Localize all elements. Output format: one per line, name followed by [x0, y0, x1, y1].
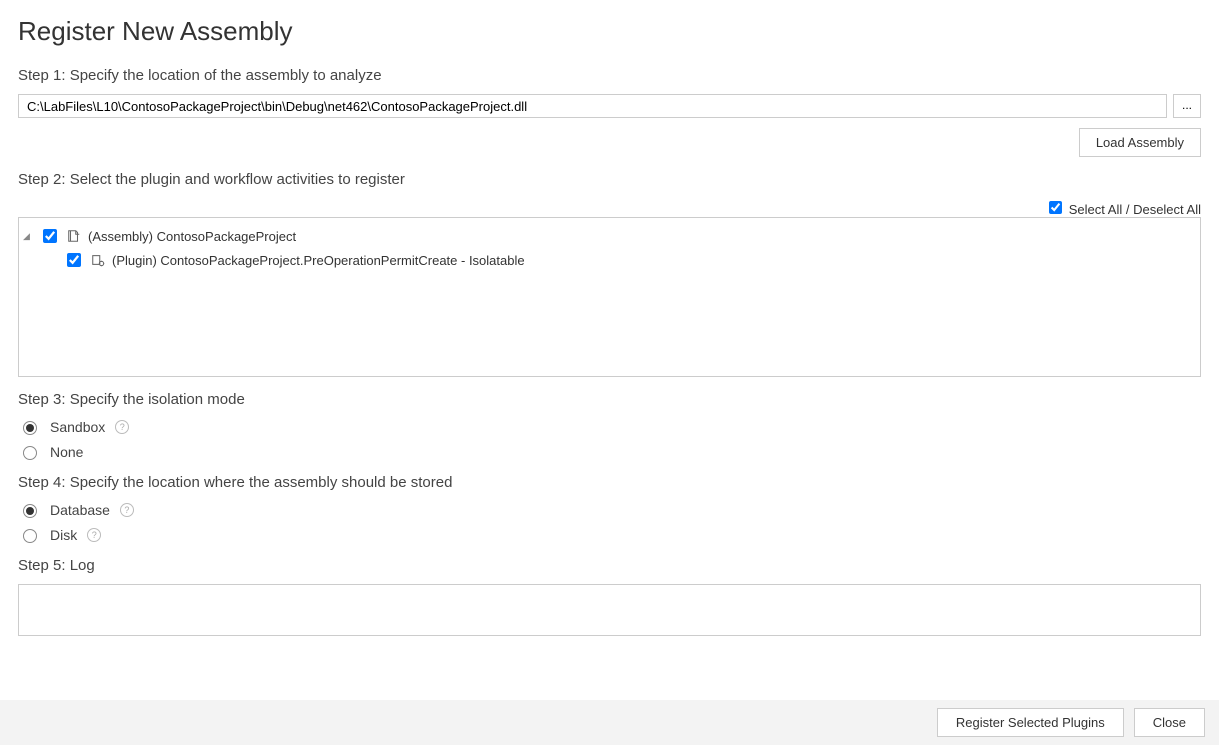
help-icon[interactable]: ? [120, 503, 134, 517]
sandbox-radio[interactable] [23, 421, 37, 435]
step1-label: Step 1: Specify the location of the asse… [18, 67, 1201, 84]
step4-label: Step 4: Specify the location where the a… [18, 474, 1201, 491]
register-selected-plugins-button[interactable]: Register Selected Plugins [937, 708, 1124, 737]
assembly-label: (Assembly) ContosoPackageProject [88, 229, 296, 244]
help-icon[interactable]: ? [87, 528, 101, 542]
load-assembly-button[interactable]: Load Assembly [1079, 128, 1201, 157]
database-radio[interactable] [23, 504, 37, 518]
help-icon[interactable]: ? [115, 420, 129, 434]
close-button[interactable]: Close [1134, 708, 1205, 737]
none-label: None [50, 444, 83, 460]
select-all-label: Select All / Deselect All [1069, 202, 1201, 217]
step3-label: Step 3: Specify the isolation mode [18, 391, 1201, 408]
tree-assembly-row[interactable]: ◢ (Assembly) ContosoPackageProject [23, 224, 1196, 248]
none-radio[interactable] [23, 446, 37, 460]
plugin-label: (Plugin) ContosoPackageProject.PreOperat… [112, 253, 525, 268]
tree-expander-icon[interactable]: ◢ [23, 231, 33, 242]
step2-label: Step 2: Select the plugin and workflow a… [18, 171, 1201, 188]
disk-label: Disk [50, 527, 77, 543]
page-title: Register New Assembly [18, 16, 1201, 47]
plugin-tree: ◢ (Assembly) ContosoPackageProject (Plug… [18, 217, 1201, 377]
plugin-icon [90, 252, 106, 268]
select-all-label-wrapper[interactable]: Select All / Deselect All [1045, 202, 1201, 217]
browse-button[interactable]: ... [1173, 94, 1201, 118]
assembly-checkbox[interactable] [43, 229, 57, 243]
sandbox-label: Sandbox [50, 419, 105, 435]
dialog-footer: Register Selected Plugins Close [0, 700, 1219, 745]
isolation-radio-group: Sandbox ? None [18, 418, 1201, 460]
tree-plugin-row[interactable]: (Plugin) ContosoPackageProject.PreOperat… [23, 248, 1196, 272]
plugin-checkbox[interactable] [67, 253, 81, 267]
step5-label: Step 5: Log [18, 557, 1201, 574]
select-all-checkbox[interactable] [1049, 201, 1062, 214]
assembly-icon [66, 228, 82, 244]
assembly-path-input[interactable] [18, 94, 1167, 118]
log-output [18, 584, 1201, 636]
database-label: Database [50, 502, 110, 518]
disk-radio[interactable] [23, 529, 37, 543]
location-radio-group: Database ? Disk ? [18, 501, 1201, 543]
